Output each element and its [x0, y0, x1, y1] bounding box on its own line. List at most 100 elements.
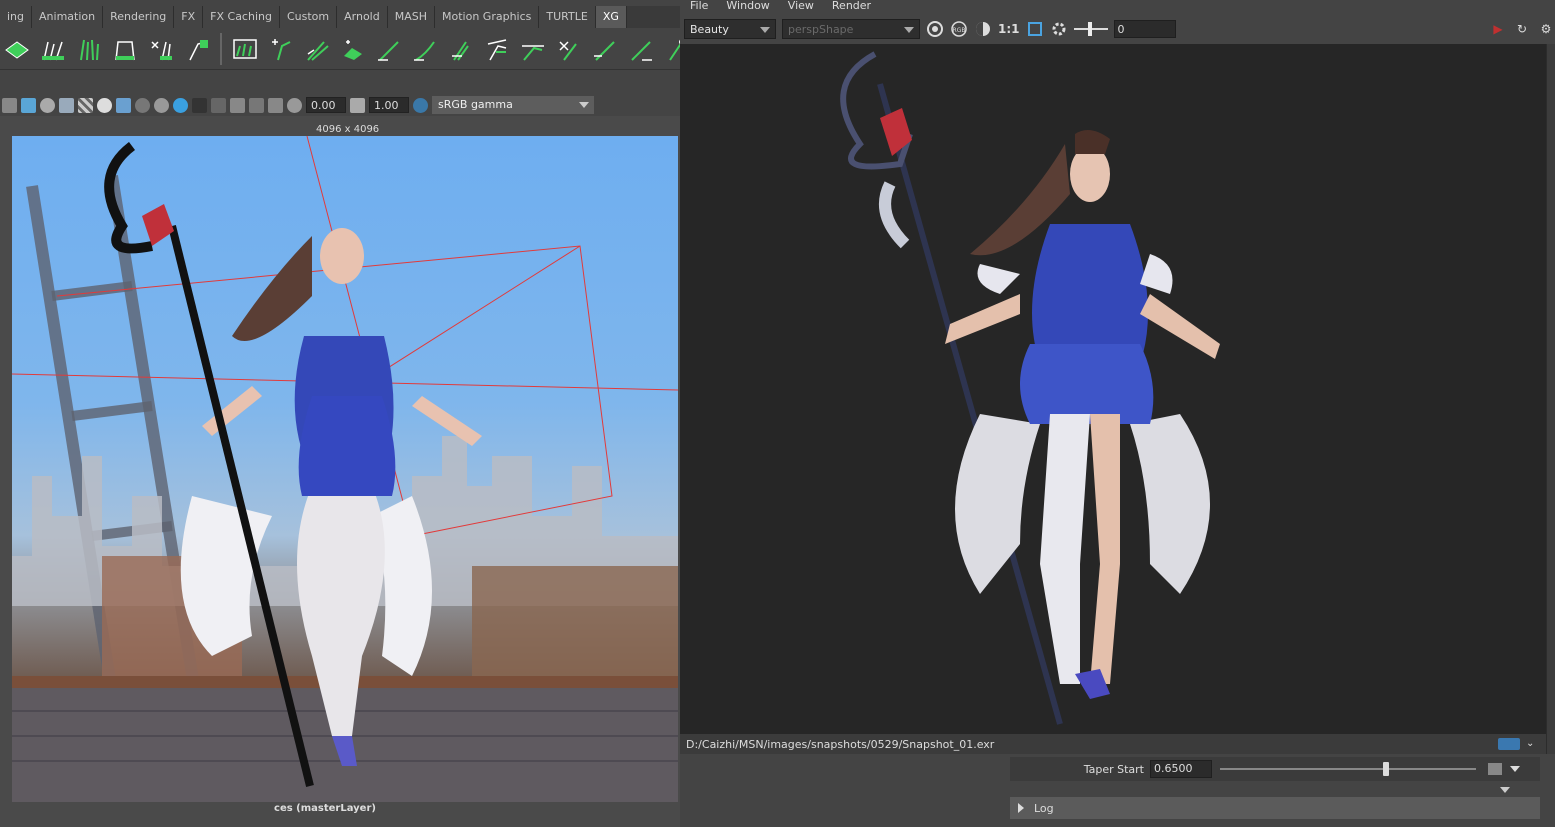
chevron-down-icon	[904, 27, 914, 33]
xgen-grass-icon[interactable]	[76, 36, 102, 62]
exposure-gear-icon[interactable]	[1050, 20, 1068, 38]
xgen-twist-icon[interactable]	[664, 36, 680, 62]
shelf-tab-rendering[interactable]: Rendering	[103, 6, 175, 28]
shelf-tab-custom[interactable]: Custom	[279, 6, 338, 28]
lights-icon[interactable]	[97, 97, 112, 113]
camera-dropdown[interactable]: perspShape	[782, 19, 920, 39]
svg-text:RGB: RGB	[953, 27, 966, 34]
xgen-hair-icon[interactable]	[112, 36, 138, 62]
refresh-icon[interactable]: ↻	[1513, 20, 1531, 38]
xgen-orient-icon[interactable]	[628, 36, 654, 62]
alpha-channel-icon[interactable]	[974, 20, 992, 38]
exposure-value-field[interactable]: 0	[1113, 20, 1176, 38]
render-view-menubar: File Window View Render	[680, 0, 1555, 14]
chevron-down-icon[interactable]	[1510, 766, 1520, 772]
shelf-separator	[220, 32, 222, 65]
exposure-icon[interactable]	[287, 97, 302, 113]
crop-region-icon[interactable]	[1026, 20, 1044, 38]
taper-start-slider[interactable]	[1220, 762, 1476, 776]
xgen-bend-icon[interactable]	[412, 36, 438, 62]
depth-of-field-icon[interactable]	[192, 97, 207, 113]
xgen-lengthen-icon[interactable]	[376, 36, 402, 62]
render-statusbar: D:/Caizhi/MSN/images/snapshots/0529/Snap…	[680, 734, 1546, 754]
shelf-tab-xgen[interactable]: XG	[595, 6, 627, 28]
shadows-icon[interactable]	[116, 97, 131, 113]
wireframe-on-shaded-icon[interactable]	[59, 97, 74, 113]
anti-aliasing-icon[interactable]	[173, 97, 188, 113]
taper-start-slider-handle[interactable]	[1383, 762, 1390, 776]
ambient-occlusion-icon[interactable]	[135, 97, 150, 113]
aov-value: Beauty	[690, 23, 729, 36]
xray-icon[interactable]	[230, 97, 245, 113]
xgen-clump-icon[interactable]	[448, 36, 474, 62]
xgen-freeze-icon[interactable]	[592, 36, 618, 62]
render-region-icon[interactable]	[926, 20, 944, 38]
shade-default-icon[interactable]	[40, 97, 55, 113]
right-dock-tabs	[1546, 44, 1555, 754]
color-management-icon[interactable]	[413, 97, 428, 113]
gamma-field[interactable]: 1.00	[369, 97, 409, 113]
exposure-slider[interactable]	[1073, 22, 1108, 36]
shelf-tab-fx-caching[interactable]: FX Caching	[203, 6, 280, 28]
taper-start-row: Taper Start 0.6500	[1010, 757, 1540, 781]
eye-icon[interactable]	[1498, 738, 1520, 750]
menu-window[interactable]: Window	[726, 0, 769, 14]
viewport-scene[interactable]	[12, 136, 678, 802]
isolate-select-icon[interactable]	[211, 97, 226, 113]
shelf-icon-row	[0, 28, 680, 70]
xgen-add-guide-icon[interactable]	[268, 36, 294, 62]
view-transform-dropdown[interactable]: sRGB gamma	[432, 96, 594, 114]
motion-blur-icon[interactable]	[154, 97, 169, 113]
camera-value: perspShape	[788, 23, 854, 36]
smooth-shade-icon[interactable]	[21, 97, 36, 113]
xgen-attach-icon[interactable]	[184, 36, 210, 62]
render-canvas[interactable]	[680, 44, 1546, 734]
xgen-comb-icon[interactable]	[148, 36, 174, 62]
viewport-scene-drawing	[12, 136, 678, 802]
xray-joints-icon[interactable]	[249, 97, 264, 113]
shelf-tab-mash[interactable]: MASH	[387, 6, 436, 28]
shelf-tab-motion-graphics[interactable]: Motion Graphics	[435, 6, 540, 28]
play-render-icon[interactable]: ▶	[1489, 20, 1507, 38]
pixel-ratio-button[interactable]: 1:1	[998, 22, 1020, 36]
xgen-description-icon[interactable]	[4, 36, 30, 62]
view-transform-value: sRGB gamma	[438, 98, 513, 111]
rgb-channel-icon[interactable]: RGB	[950, 20, 968, 38]
log-section-header[interactable]: Log	[1010, 797, 1540, 819]
snapshot-filepath: D:/Caizhi/MSN/images/snapshots/0529/Snap…	[686, 737, 995, 751]
exposure-field[interactable]: 0.00	[306, 97, 346, 113]
gamma-icon[interactable]	[350, 97, 365, 113]
xgen-editor-icon[interactable]	[232, 36, 258, 62]
shelf-tab-arnold[interactable]: Arnold	[337, 6, 388, 28]
chevron-down-icon	[579, 102, 589, 108]
chevron-down-icon[interactable]: ⌄	[1526, 738, 1542, 750]
menu-render[interactable]: Render	[832, 0, 871, 14]
shelf-tab-turtle[interactable]: TURTLE	[539, 6, 596, 28]
taper-start-field[interactable]: 0.6500	[1150, 760, 1212, 778]
shelf-tab-animation[interactable]: Animation	[32, 6, 104, 28]
log-label: Log	[1034, 801, 1054, 815]
taper-start-label: Taper Start	[1083, 762, 1144, 776]
shelf-tab[interactable]: ing	[0, 6, 33, 28]
wireframe-icon[interactable]	[2, 97, 17, 113]
camera-label: ces (masterLayer)	[274, 803, 376, 814]
shelf-tab-fx[interactable]: FX	[174, 6, 204, 28]
xgen-guide-icon[interactable]	[40, 36, 66, 62]
xgen-sculpt-icon[interactable]	[304, 36, 330, 62]
map-button-icon[interactable]	[1488, 763, 1502, 775]
xgen-smooth-icon[interactable]	[520, 36, 546, 62]
xgen-cut-icon[interactable]	[484, 36, 510, 62]
chevron-right-icon	[1018, 803, 1024, 813]
exposure-slider-handle[interactable]	[1087, 22, 1092, 36]
menu-file[interactable]: File	[690, 0, 708, 14]
xray-components-icon[interactable]	[268, 97, 283, 113]
gear-icon[interactable]: ⚙	[1537, 20, 1555, 38]
render-view-toolbar: Beauty perspShape RGB 1:1 0 ▶ ↻ ⚙	[680, 14, 1555, 44]
xgen-density-icon[interactable]	[340, 36, 366, 62]
xgen-noise-icon[interactable]	[556, 36, 582, 62]
chevron-down-icon	[760, 27, 770, 33]
menu-view[interactable]: View	[788, 0, 814, 14]
textured-icon[interactable]	[78, 97, 93, 113]
aov-dropdown[interactable]: Beauty	[684, 19, 776, 39]
scroll-down-icon[interactable]	[1500, 787, 1510, 793]
